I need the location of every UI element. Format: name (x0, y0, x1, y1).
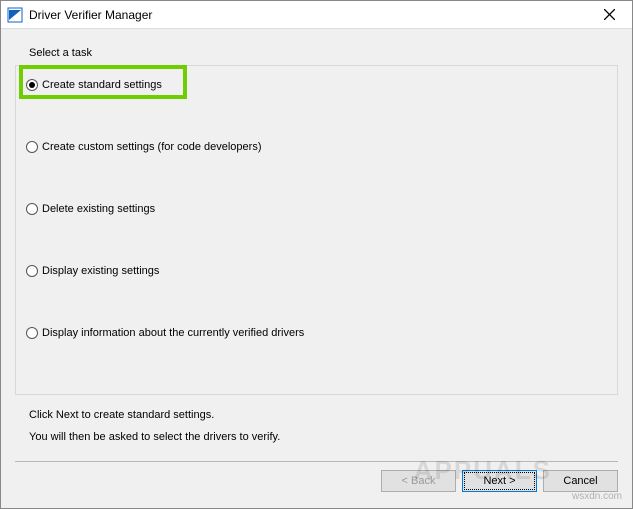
back-button: < Back (381, 470, 456, 492)
option-create-custom[interactable]: Create custom settings (for code develop… (26, 136, 607, 158)
option-label: Display information about the currently … (42, 327, 304, 339)
option-display-verified[interactable]: Display information about the currently … (26, 322, 607, 344)
task-group: Create standard settings Create custom s… (15, 65, 618, 395)
close-button[interactable] (587, 1, 632, 29)
watermark-text: wsxdn.com (572, 491, 622, 502)
prompt-label: Select a task (29, 47, 618, 59)
radio-icon (26, 79, 38, 91)
titlebar: Driver Verifier Manager (1, 1, 632, 29)
option-label: Create standard settings (42, 79, 162, 91)
option-label: Create custom settings (for code develop… (42, 141, 262, 153)
radio-icon (26, 141, 38, 153)
option-delete-existing[interactable]: Delete existing settings (26, 198, 607, 220)
app-icon (7, 7, 23, 23)
option-label: Delete existing settings (42, 203, 155, 215)
cancel-button[interactable]: Cancel (543, 470, 618, 492)
option-display-existing[interactable]: Display existing settings (26, 260, 607, 282)
next-button[interactable]: Next > (462, 470, 537, 492)
hint-line-2: You will then be asked to select the dri… (29, 431, 618, 443)
radio-icon (26, 327, 38, 339)
button-row: < Back Next > Cancel (1, 462, 632, 492)
radio-icon (26, 203, 38, 215)
hint-line-1: Click Next to create standard settings. (29, 409, 618, 421)
radio-icon (26, 265, 38, 277)
driver-verifier-window: Driver Verifier Manager Select a task Cr… (0, 0, 633, 509)
option-create-standard[interactable]: Create standard settings (26, 74, 607, 96)
option-label: Display existing settings (42, 265, 159, 277)
window-title: Driver Verifier Manager (29, 8, 587, 22)
content-area: Select a task Create standard settings C… (1, 29, 632, 443)
